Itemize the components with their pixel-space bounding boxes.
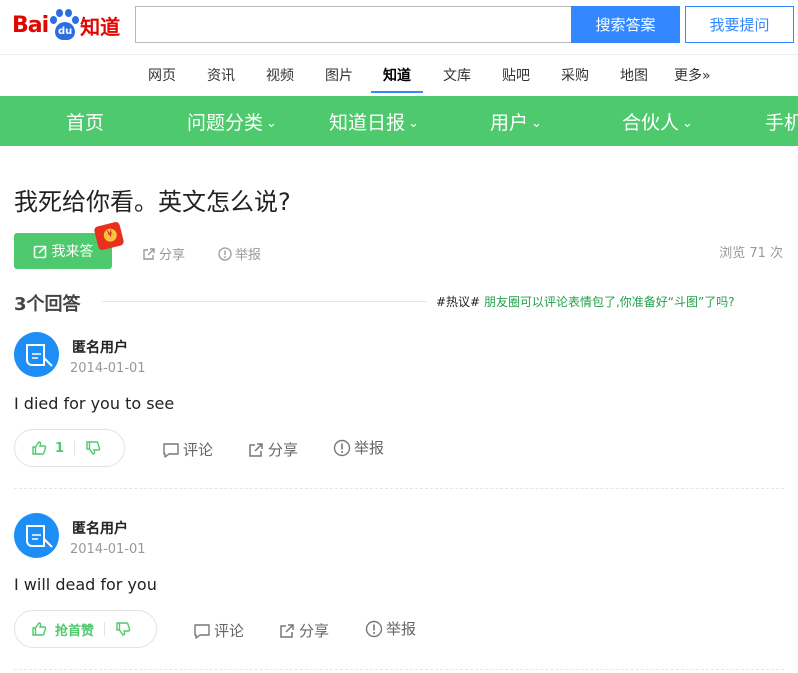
channel-purchase[interactable]: 采购 — [561, 65, 589, 93]
share-icon — [143, 247, 155, 260]
anonymous-avatar-icon — [26, 525, 53, 548]
thumbs-down-icon — [86, 441, 101, 455]
anonymous-avatar-icon — [26, 344, 53, 367]
thumbs-down-icon — [116, 622, 131, 636]
nav-mobile-label: 手机 — [765, 112, 798, 134]
report-button[interactable]: 举报 — [365, 618, 416, 639]
question-share-label: 分享 — [159, 248, 186, 263]
baidu-zhidao-logo[interactable]: Bai du 知道 — [12, 6, 120, 44]
hot-topic-text: 朋友圈可以评论表情包了,你准备好“斗图”了吗? — [483, 295, 735, 309]
first-like-label: 抢首赞 — [55, 623, 95, 639]
channel-news[interactable]: 资讯 — [207, 65, 235, 93]
paw-icon: du — [49, 8, 80, 42]
header: Bai du 知道 搜索答案 我要提问 — [0, 0, 798, 50]
nav-home-label: 首页 — [66, 112, 105, 134]
logo-zhidao-text: 知道 — [80, 14, 121, 39]
search-button[interactable]: 搜索答案 — [571, 6, 680, 43]
upvote-button[interactable]: 抢首赞 — [15, 620, 94, 639]
answer-user-name[interactable]: 匿名用户 — [72, 337, 128, 357]
answer-user-name[interactable]: 匿名用户 — [72, 518, 128, 538]
comment-icon — [194, 623, 210, 639]
avatar[interactable] — [14, 513, 59, 558]
answer-button-label: 我来答 — [51, 244, 94, 260]
channel-web[interactable]: 网页 — [148, 65, 176, 93]
answer-text: I died for you to see — [14, 394, 175, 413]
downvote-button[interactable] — [115, 621, 131, 637]
answer-separator — [14, 669, 784, 670]
question-share-button[interactable]: 分享 — [142, 244, 185, 263]
question-report-label: 举报 — [235, 248, 262, 263]
divider — [102, 301, 427, 302]
comment-button[interactable]: 评论 — [193, 620, 244, 641]
upvote-count: 1 — [55, 440, 65, 456]
view-count: 浏览 71 次 — [719, 246, 783, 261]
vote-separator — [74, 441, 76, 455]
thumbs-up-icon — [32, 622, 47, 636]
channel-images[interactable]: 图片 — [325, 65, 353, 93]
answer-separator — [14, 488, 784, 489]
report-label: 举报 — [386, 620, 417, 638]
upvote-button[interactable]: 1 — [15, 440, 64, 456]
share-label: 分享 — [299, 622, 330, 640]
channel-map[interactable]: 地图 — [620, 65, 648, 93]
channel-wenku[interactable]: 文库 — [443, 65, 471, 93]
nav-daily[interactable]: 知道日报 ⌄ — [329, 108, 419, 135]
comment-icon — [163, 442, 179, 458]
ask-question-button[interactable]: 我要提问 — [685, 6, 794, 43]
channel-tieba[interactable]: 贴吧 — [502, 65, 530, 93]
logo-du-text: du — [55, 22, 76, 40]
warning-icon — [333, 439, 351, 456]
report-label: 举报 — [354, 439, 385, 457]
share-label: 分享 — [268, 441, 299, 459]
channel-zhidao[interactable]: 知道 — [371, 65, 423, 93]
share-icon — [249, 442, 263, 457]
share-button[interactable]: 分享 — [278, 620, 329, 641]
vote-box: 抢首赞 — [14, 610, 157, 648]
share-icon — [280, 623, 294, 638]
question-report-button[interactable]: 举报 — [218, 244, 261, 263]
answer-text: I will dead for you — [14, 575, 157, 594]
edit-icon — [33, 244, 47, 258]
nav-partners[interactable]: 合伙人 ⌄ — [622, 108, 693, 135]
warning-icon — [365, 620, 383, 637]
vote-separator — [104, 622, 106, 636]
answer-date: 2014-01-01 — [70, 361, 146, 376]
category-bar: 首页 问题分类 ⌄ 知道日报 ⌄ 用户 ⌄ 合伙人 ⌄ 手机 — [0, 96, 798, 146]
channel-nav: 网页 资讯 视频 图片 知道 文库 贴吧 采购 地图 更多» — [0, 54, 798, 96]
vote-box: 1 — [14, 429, 125, 467]
nav-categories-label: 问题分类 — [187, 112, 264, 134]
search-input[interactable] — [135, 6, 572, 43]
nav-categories[interactable]: 问题分类 ⌄ — [187, 108, 277, 135]
warning-icon — [218, 246, 232, 261]
logo-bai-text: Bai — [12, 12, 49, 38]
chevron-down-icon: ⌄ — [266, 116, 277, 131]
answer-date: 2014-01-01 — [70, 542, 146, 557]
channel-video[interactable]: 视频 — [266, 65, 294, 93]
nav-partners-label: 合伙人 — [622, 112, 680, 134]
nav-users[interactable]: 用户 ⌄ — [490, 108, 542, 135]
chevron-down-icon: ⌄ — [531, 116, 542, 131]
hot-topic-tag: #热议# — [436, 295, 481, 309]
hot-topic-link[interactable]: #热议# 朋友圈可以评论表情包了,你准备好“斗图”了吗? — [436, 293, 735, 310]
comment-label: 评论 — [214, 622, 245, 640]
report-button[interactable]: 举报 — [333, 437, 384, 458]
question-title: 我死给你看。英文怎么说? — [14, 188, 291, 216]
nav-daily-label: 知道日报 — [329, 112, 406, 134]
answer-count: 3个回答 — [14, 294, 81, 315]
nav-users-label: 用户 — [490, 112, 529, 134]
comment-label: 评论 — [183, 441, 214, 459]
nav-mobile[interactable]: 手机 — [765, 108, 798, 135]
comment-button[interactable]: 评论 — [162, 439, 213, 460]
thumbs-up-icon — [32, 441, 47, 455]
share-button[interactable]: 分享 — [247, 439, 298, 460]
avatar[interactable] — [14, 332, 59, 377]
chevron-down-icon: ⌄ — [408, 116, 419, 131]
red-envelope-icon — [93, 221, 125, 251]
nav-home[interactable]: 首页 — [66, 108, 104, 135]
downvote-button[interactable] — [85, 440, 101, 456]
channel-more[interactable]: 更多» — [674, 65, 711, 93]
chevron-down-icon: ⌄ — [682, 116, 693, 131]
